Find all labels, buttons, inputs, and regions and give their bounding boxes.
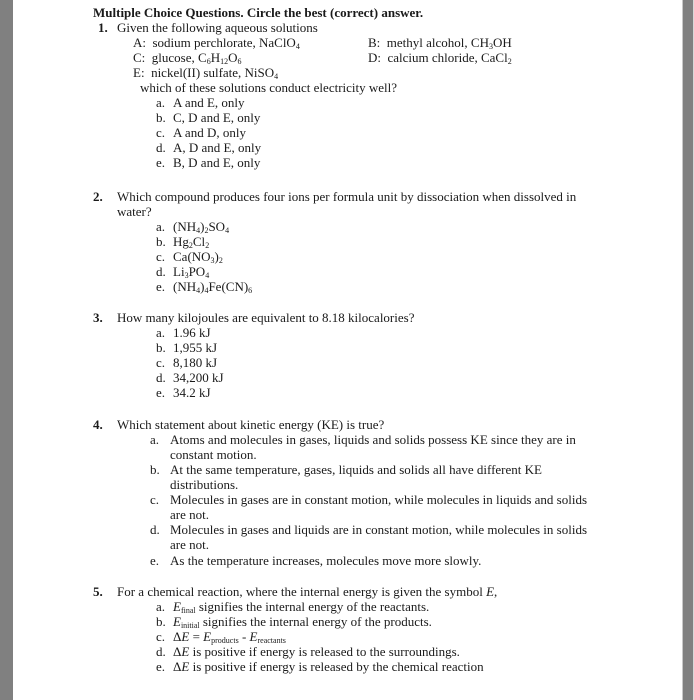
question-number: 3. bbox=[93, 310, 103, 325]
answer-option-text[interactable]: As the temperature increases, molecules … bbox=[170, 553, 481, 568]
answer-option-letter[interactable]: c. bbox=[150, 492, 159, 507]
solution-c: C: glucose, C6H12O6 bbox=[133, 50, 242, 66]
question-number: 5. bbox=[93, 584, 103, 599]
question-number: 2. bbox=[93, 189, 103, 204]
answer-option-text-continued[interactable]: are not. bbox=[170, 507, 209, 522]
answer-option-text-continued[interactable]: distributions. bbox=[170, 477, 238, 492]
answer-option[interactable]: e. B, D and E, only bbox=[156, 155, 260, 170]
answer-option[interactable]: c. Ca(NO3)2 bbox=[156, 249, 223, 265]
answer-option-text[interactable]: Molecules in gases are in constant motio… bbox=[170, 492, 587, 507]
document-page: Multiple Choice Questions. Circle the be… bbox=[0, 0, 694, 700]
answer-option-letter[interactable]: b. bbox=[150, 462, 160, 477]
solution-a: A: sodium perchlorate, NaClO4 bbox=[133, 35, 300, 51]
question-prompt: which of these solutions conduct electri… bbox=[140, 80, 398, 95]
answer-option[interactable]: b. 1,955 kJ bbox=[156, 340, 217, 355]
answer-option[interactable]: c. A and D, only bbox=[156, 125, 246, 140]
question-stem: For a chemical reaction, where the inter… bbox=[117, 584, 498, 599]
answer-option-text[interactable]: Atoms and molecules in gases, liquids an… bbox=[170, 432, 576, 447]
answer-option-text-continued[interactable]: constant motion. bbox=[170, 447, 257, 462]
solution-e: E: nickel(II) sulfate, NiSO4 bbox=[133, 65, 279, 81]
answer-option-text[interactable]: Molecules in gases and liquids are in co… bbox=[170, 522, 587, 537]
question-stem: Which statement about kinetic energy (KE… bbox=[117, 417, 385, 432]
question-stem: Which compound produces four ions per fo… bbox=[117, 189, 577, 204]
page-title: Multiple Choice Questions. Circle the be… bbox=[93, 5, 424, 20]
answer-option[interactable]: a. (NH4)2SO4 bbox=[156, 219, 229, 235]
answer-option-text[interactable]: At the same temperature, gases, liquids … bbox=[170, 462, 542, 477]
answer-option[interactable]: d. Li3PO4 bbox=[156, 264, 209, 280]
answer-option[interactable]: a. A and E, only bbox=[156, 95, 245, 110]
answer-option-letter[interactable]: d. bbox=[150, 522, 160, 537]
answer-option[interactable]: e. ΔE is positive if energy is released b… bbox=[156, 659, 484, 674]
question-number: 4. bbox=[93, 417, 103, 432]
question-stem: How many kilojoules are equivalent to 8.… bbox=[117, 310, 415, 325]
answer-option[interactable]: a. 1.96 kJ bbox=[156, 325, 211, 340]
question-stem-continued: water? bbox=[117, 204, 152, 219]
question-stem: Given the following aqueous solutions bbox=[117, 20, 318, 35]
answer-option[interactable]: d. 34,200 kJ bbox=[156, 370, 224, 385]
answer-option-text-continued[interactable]: are not. bbox=[170, 537, 209, 552]
answer-option-letter[interactable]: e. bbox=[150, 553, 159, 568]
solution-d: D: calcium chloride, CaCl2 bbox=[368, 50, 512, 66]
answer-option[interactable]: c. 8,180 kJ bbox=[156, 355, 217, 370]
answer-option[interactable]: e. 34.2 kJ bbox=[156, 385, 211, 400]
answer-option[interactable]: d. A, D and E, only bbox=[156, 140, 261, 155]
answer-option[interactable]: d. ΔE is positive if energy is released t… bbox=[156, 644, 460, 659]
answer-option[interactable]: b. C, D and E, only bbox=[156, 110, 260, 125]
solution-b: B: methyl alcohol, CH3OH bbox=[368, 35, 512, 51]
answer-option-letter[interactable]: a. bbox=[150, 432, 159, 447]
answer-option[interactable]: b. Hg2Cl2 bbox=[156, 234, 209, 250]
answer-option[interactable]: e. (NH4)4Fe(CN)6 bbox=[156, 279, 252, 295]
question-number: 1. bbox=[98, 20, 108, 35]
